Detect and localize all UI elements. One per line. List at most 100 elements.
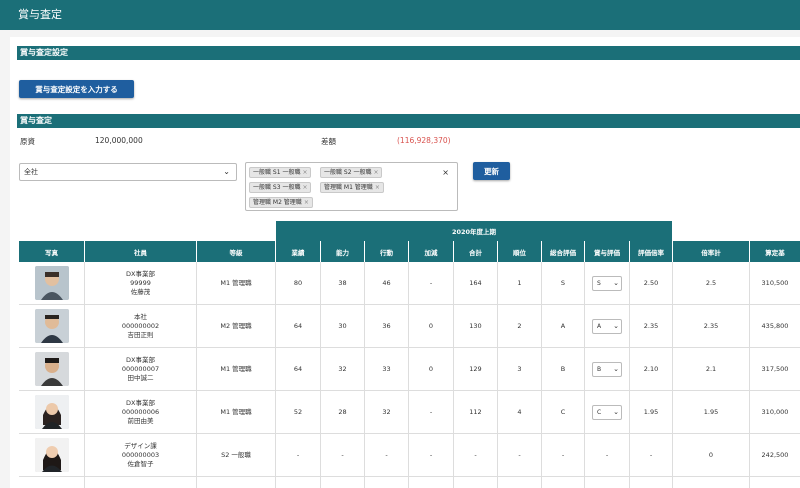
remove-tag-icon[interactable]: × <box>302 169 307 176</box>
col-header-overall[interactable]: 総合評価 <box>542 241 585 262</box>
table-cell-performance: 64 <box>276 348 321 391</box>
table-cell-grade: M1 管理職 <box>197 348 276 391</box>
table-cell-bonus-eval: S ⌄ <box>585 262 630 305</box>
remove-tag-icon[interactable]: × <box>373 169 378 176</box>
employee-name: 前田由美 <box>127 416 154 425</box>
grade-tag-label: 管理職 M1 管理職 <box>324 184 373 191</box>
employee-name: 田中誠二 <box>127 373 154 382</box>
table-cell-performance <box>276 477 321 488</box>
table-row-employee[interactable]: DX事業部 99999 佐藤茂 <box>85 262 197 305</box>
table-cell-performance: 52 <box>276 391 321 434</box>
bonus-eval-value: S <box>597 279 601 287</box>
table-cell-total: 164 <box>454 262 498 305</box>
col-header-ability[interactable]: 能力 <box>321 241 365 262</box>
table-cell-rate: 2.35 <box>630 305 673 348</box>
table-cell-rate-total: 2.1 <box>673 348 750 391</box>
table-cell-bonus-eval: - <box>585 434 630 477</box>
table-cell-grade: S2 一般職 <box>197 434 276 477</box>
remove-tag-icon[interactable]: × <box>304 199 309 206</box>
col-header-base[interactable]: 算定基 <box>750 241 800 262</box>
table-cell-overall: B <box>542 348 585 391</box>
bonus-eval-select[interactable]: A ⌄ <box>592 318 622 334</box>
grade-tag[interactable]: 一般職 S3 一般職 × <box>249 182 312 193</box>
table-cell-adjust: - <box>409 391 454 434</box>
table-cell-adjust: 0 <box>409 305 454 348</box>
table-cell-performance: 64 <box>276 305 321 348</box>
assessment-section-header: 賞与査定 <box>17 114 800 128</box>
table-cell-base <box>750 477 800 488</box>
table-cell-ability <box>321 477 365 488</box>
table-row-employee[interactable]: DX事業部 000000007 田中誠二 <box>85 348 197 391</box>
period-label: 2020年度上期 <box>451 228 497 236</box>
employee-org: デザイン課 <box>124 441 157 450</box>
table-cell-total: 129 <box>454 348 498 391</box>
grade-tag-label: 一般職 S2 一般職 <box>324 169 372 176</box>
col-header-performance[interactable]: 業績 <box>276 241 321 262</box>
bonus-eval-select[interactable]: S ⌄ <box>592 275 622 291</box>
chevron-down-icon: ⌄ <box>613 321 619 330</box>
table-row-photo <box>19 348 85 391</box>
employee-code: 000000006 <box>121 407 160 416</box>
grade-tag-label: 管理職 M2 管理職 <box>253 199 302 206</box>
bonus-eval-select[interactable]: C ⌄ <box>592 404 622 420</box>
col-header-adjust[interactable]: 加減 <box>409 241 454 262</box>
table-cell-behavior: 32 <box>365 391 409 434</box>
bonus-eval-value: C <box>597 408 602 416</box>
table-cell-behavior: 46 <box>365 262 409 305</box>
grade-tag-input[interactable]: 一般職 S1 一般職 × 一般職 S2 一般職 × 一般職 S3 一般職 × 管理職 … <box>245 162 458 211</box>
col-header-grade[interactable]: 等級 <box>197 241 276 262</box>
col-header-rate-total[interactable]: 倍率計 <box>673 241 750 262</box>
grade-tag[interactable]: 一般職 S2 一般職 × <box>320 167 383 178</box>
grade-tag[interactable]: 管理職 M1 管理職 × <box>320 182 384 193</box>
bonus-eval-select[interactable]: B ⌄ <box>592 361 622 377</box>
col-header-bonus-eval[interactable]: 賞与評価 <box>585 241 630 262</box>
remove-tag-icon[interactable]: × <box>375 184 380 191</box>
table-cell-grade <box>197 477 276 488</box>
table-cell-rate-total: 2.5 <box>673 262 750 305</box>
col-header-behavior[interactable]: 行動 <box>365 241 409 262</box>
table-row-employee[interactable] <box>85 477 197 488</box>
table-cell-adjust <box>409 477 454 488</box>
table-cell-rate: 1.95 <box>630 391 673 434</box>
grade-tag-label: 一般職 S1 一般職 <box>253 169 301 176</box>
grade-tag[interactable]: 管理職 M2 管理職 × <box>249 197 313 208</box>
update-button[interactable]: 更新 <box>473 162 510 180</box>
table-cell-grade: M1 管理職 <box>197 262 276 305</box>
col-header-rate[interactable]: 評価倍率 <box>630 241 673 262</box>
chevron-down-icon: ⌄ <box>613 407 619 416</box>
employee-code: 000000002 <box>121 321 160 330</box>
enter-settings-button[interactable]: 賞与査定設定を入力する <box>19 80 134 98</box>
col-header-employee[interactable]: 社員 <box>85 241 197 262</box>
avatar <box>34 266 69 300</box>
employee-code: 000000003 <box>121 450 160 459</box>
table-cell-performance: - <box>276 434 321 477</box>
table-cell-behavior: 36 <box>365 305 409 348</box>
col-header-rank[interactable]: 順位 <box>498 241 542 262</box>
employee-org: DX事業部 <box>126 269 155 278</box>
grade-tag[interactable]: 一般職 S1 一般職 × <box>249 167 312 178</box>
col-header-total[interactable]: 合計 <box>454 241 498 262</box>
table-cell-base: 310,000 <box>750 391 800 434</box>
employee-code: 99999 <box>130 278 151 287</box>
table-row-employee[interactable]: DX事業部 000000006 前田由美 <box>85 391 197 434</box>
employee-name: 佐藤茂 <box>130 287 151 296</box>
avatar <box>34 309 69 343</box>
scope-select[interactable]: 全社 ⌄ <box>19 163 237 181</box>
table-cell-grade: M2 管理職 <box>197 305 276 348</box>
table-cell-rate <box>630 477 673 488</box>
remove-tag-icon[interactable]: × <box>302 184 307 191</box>
table-row-employee[interactable]: 本社 000000002 吉田正則 <box>85 305 197 348</box>
table-cell-total: 130 <box>454 305 498 348</box>
table-cell-rate-total: 1.95 <box>673 391 750 434</box>
difference-label: 差額 <box>321 137 336 146</box>
employee-org: DX事業部 <box>126 398 155 407</box>
table-row-employee[interactable]: デザイン課 000000003 佐倉智子 <box>85 434 197 477</box>
table-cell-rank: 1 <box>498 262 542 305</box>
difference-value: (116,928,370) <box>397 136 451 145</box>
table-cell-adjust: - <box>409 434 454 477</box>
table-cell-ability: - <box>321 434 365 477</box>
clear-tags-icon[interactable]: × <box>442 168 449 177</box>
table-cell-ability: 38 <box>321 262 365 305</box>
table-cell-rank: - <box>498 434 542 477</box>
settings-section-header: 賞与査定設定 <box>17 46 800 60</box>
